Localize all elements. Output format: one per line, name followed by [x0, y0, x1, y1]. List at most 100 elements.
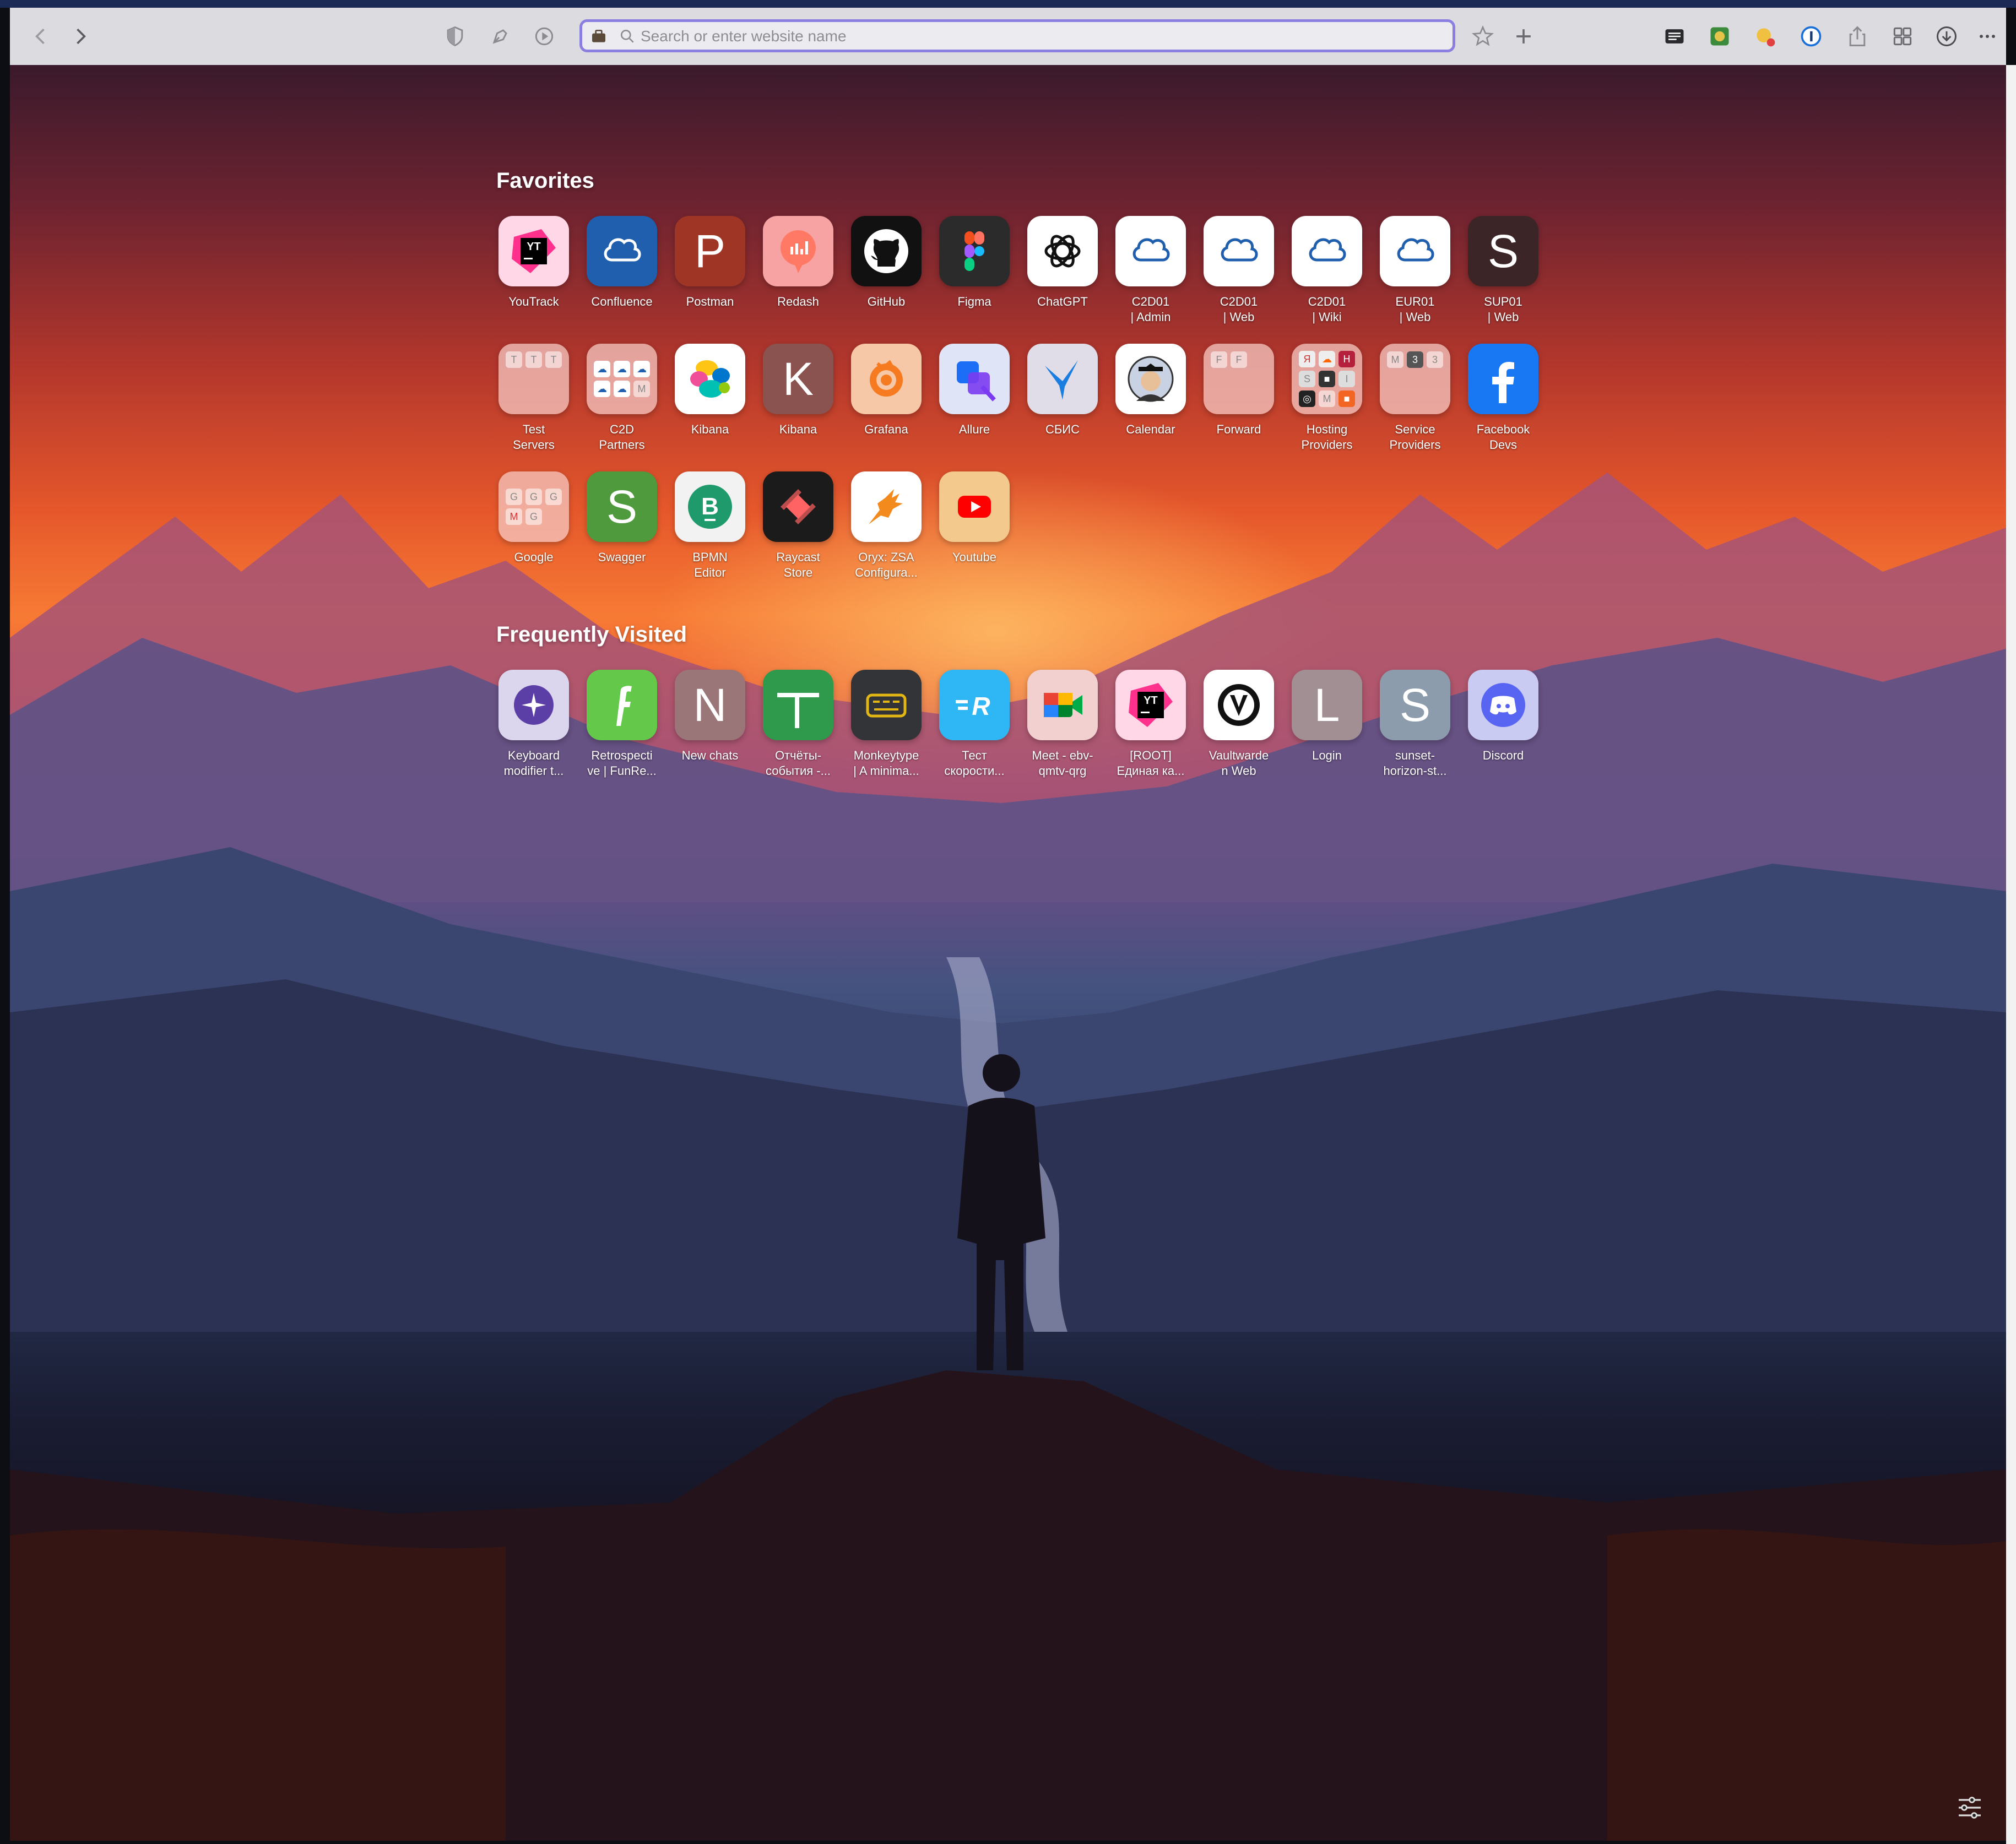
favorite-bpmn-editor[interactable]: B BPMN Editor	[674, 471, 746, 581]
favorite-kibana-elastic[interactable]: Kibana	[674, 344, 746, 437]
favorite-youtrack[interactable]: YT YouTrack	[498, 216, 570, 310]
favorite-figma[interactable]: Figma	[939, 216, 1010, 310]
svg-text:B: B	[701, 493, 719, 520]
pen-tool-icon	[492, 29, 507, 44]
shield-icon	[447, 26, 463, 47]
favorite-folder-hosting-providers[interactable]: Я ☁ H S ■ I ◎ M ■ Hosting Providers	[1291, 344, 1363, 453]
facebook-icon	[1468, 344, 1538, 414]
back-button[interactable]	[24, 20, 57, 53]
password-manager-button[interactable]	[1795, 20, 1828, 53]
favorite-eur01-web[interactable]: EUR01 | Web	[1379, 216, 1451, 325]
favorite-sbis[interactable]: СБИС	[1027, 344, 1098, 437]
favorite-c2d01-admin[interactable]: C2D01 | Admin	[1115, 216, 1186, 325]
extension-green-button[interactable]	[1703, 20, 1736, 53]
keyboard-icon	[851, 670, 922, 740]
system-menu-bar	[0, 0, 2016, 8]
address-bar[interactable]	[579, 19, 1455, 52]
favorite-facebook-devs[interactable]: Facebook Devs	[1467, 344, 1539, 453]
github-icon	[851, 216, 922, 286]
tab-overview-button[interactable]	[1886, 20, 1919, 53]
cloud-icon	[1292, 216, 1362, 286]
favorite-grafana[interactable]: Grafana	[850, 344, 922, 437]
reader-button[interactable]	[1658, 20, 1691, 53]
favorite-swagger[interactable]: S Swagger	[586, 471, 658, 565]
chevron-right-icon	[77, 28, 86, 45]
letter-n-icon: N	[675, 670, 745, 740]
favorite-kibana[interactable]: K Kibana	[762, 344, 834, 437]
chevron-left-icon	[35, 28, 45, 45]
frequent-google-meet[interactable]: Meet - ebv- qmtv-qrg	[1027, 670, 1098, 779]
frequent-root-youtrack[interactable]: YT [ROOT] Единая ка...	[1115, 670, 1186, 779]
frequent-sunset-horizon[interactable]: S sunset- horizon-st...	[1379, 670, 1451, 779]
extension-button[interactable]	[484, 20, 517, 53]
favorite-chatgpt[interactable]: ChatGPT	[1027, 216, 1098, 310]
cloud-icon	[587, 216, 657, 286]
favorite-oryx[interactable]: Oryx: ZSA Configura...	[850, 471, 922, 581]
new-tab-button[interactable]	[1507, 20, 1540, 53]
frequent-funretro[interactable]: Retrospecti ve | FunRe...	[586, 670, 658, 779]
briefcase-icon	[592, 30, 605, 42]
sparkle-circle-icon	[498, 670, 569, 740]
onepassword-icon	[1801, 26, 1822, 47]
extension-yellow-button[interactable]	[1748, 20, 1781, 53]
background-window-edge	[2006, 65, 2016, 1844]
forward-button[interactable]	[64, 20, 97, 53]
favorite-folder-c2d-partners[interactable]: ☁ ☁ ☁ ☁ ☁ M C2D Partners	[586, 344, 658, 453]
favorite-postman[interactable]: P Postman	[674, 216, 746, 310]
extension-button-2[interactable]	[528, 20, 561, 53]
folder-icon: Я ☁ H S ■ I ◎ M ■	[1292, 344, 1362, 414]
extension-yellow-icon	[1757, 28, 1775, 47]
play-circle-icon	[535, 27, 554, 46]
favorite-folder-forward[interactable]: FF Forward	[1203, 344, 1275, 437]
vaultwarden-icon	[1204, 670, 1274, 740]
frequent-keyboard-modifier[interactable]: Keyboard modifier t...	[498, 670, 570, 779]
grafana-icon	[851, 344, 922, 414]
privacy-shield-button[interactable]	[438, 20, 472, 53]
customize-start-page-button[interactable]	[1954, 1792, 1985, 1823]
frequent-vaultwarden[interactable]: Vaultwarde n Web	[1203, 670, 1275, 779]
frequent-monkeytype[interactable]: Monkeytype | A minima...	[850, 670, 922, 779]
favorite-folder-google[interactable]: GGGMG Google	[498, 471, 570, 565]
search-icon	[621, 29, 634, 43]
favorite-confluence[interactable]: Confluence	[586, 216, 658, 310]
favorite-allure[interactable]: Allure	[939, 344, 1010, 437]
favorite-calendar[interactable]: Calendar	[1115, 344, 1186, 437]
folder-icon: GGGMG	[498, 471, 569, 542]
favorite-github[interactable]: GitHub	[850, 216, 922, 310]
favorite-folder-service-providers[interactable]: M33 Service Providers	[1379, 344, 1451, 453]
folder-icon: ☁ ☁ ☁ ☁ ☁ M	[587, 344, 657, 414]
elastic-icon	[675, 344, 745, 414]
frequent-new-chats[interactable]: N New chats	[674, 670, 746, 763]
favorite-folder-test-servers[interactable]: TTT Test Servers	[498, 344, 570, 453]
frequent-discord[interactable]: Discord	[1467, 670, 1539, 763]
grid-icon	[1893, 27, 1912, 46]
favorite-youtube[interactable]: Youtube	[939, 471, 1010, 565]
share-icon	[1849, 26, 1866, 46]
sbis-icon	[1027, 344, 1098, 414]
frequent-reports-events[interactable]: Отчёты- события -...	[762, 670, 834, 779]
bookmark-button[interactable]	[1466, 20, 1499, 53]
folder-icon: FF	[1204, 344, 1274, 414]
letter-l-icon: L	[1292, 670, 1362, 740]
favorite-raycast-store[interactable]: Raycast Store	[762, 471, 834, 581]
frequent-speed-test[interactable]: R Тест скорости...	[939, 670, 1010, 779]
download-icon	[1937, 26, 1957, 46]
more-button[interactable]	[1971, 20, 2004, 53]
downloads-button[interactable]	[1930, 20, 1963, 53]
favorite-c2d01-web[interactable]: C2D01 | Web	[1203, 216, 1275, 325]
frequent-login[interactable]: L Login	[1291, 670, 1363, 763]
letter-s-icon: S	[1468, 216, 1538, 286]
favorite-sup01-web[interactable]: S SUP01 | Web	[1467, 216, 1539, 325]
bpmn-icon: B	[675, 471, 745, 542]
allure-icon	[939, 344, 1010, 414]
favorite-redash[interactable]: Redash	[762, 216, 834, 310]
folder-icon: TTT	[498, 344, 569, 414]
cloud-icon	[1380, 216, 1450, 286]
google-sheets-icon	[763, 670, 833, 740]
share-button[interactable]	[1841, 20, 1874, 53]
search-input[interactable]	[640, 24, 1413, 48]
youtrack-icon: YT	[1115, 670, 1186, 740]
discord-icon	[1468, 670, 1538, 740]
favorite-c2d01-wiki[interactable]: C2D01 | Wiki	[1291, 216, 1363, 325]
svg-text:YT: YT	[1144, 695, 1158, 707]
